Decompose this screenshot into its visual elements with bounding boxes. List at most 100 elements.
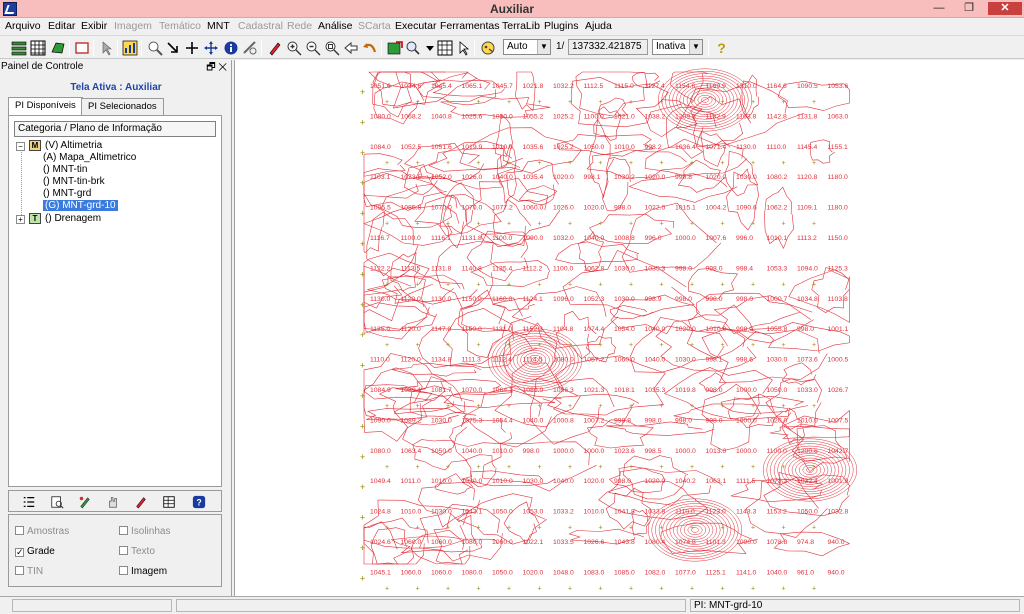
menu-ajuda[interactable]: Ajuda (585, 20, 612, 32)
grid-value: 1112.2 (523, 265, 543, 272)
grid-value: 1145.4 (797, 144, 818, 151)
tree-item-mnt-grd[interactable]: () MNT-grd (43, 188, 91, 200)
checkbox-amostras[interactable]: Amostras (15, 526, 69, 537)
scale-mode-select[interactable]: Auto ▼ (503, 39, 551, 55)
menu-imagem[interactable]: Imagem (114, 20, 152, 32)
checkbox-imagem[interactable]: Imagem (119, 566, 167, 577)
zoom-area-icon[interactable] (404, 39, 421, 56)
grid-value: 998.0 (706, 265, 723, 272)
status-select[interactable]: Inativa ▼ (652, 39, 703, 55)
tree-item-mapa-altimetrico[interactable]: (A) Mapa_Altimetrico (43, 152, 136, 164)
tab-pi-selecionados[interactable]: PI Selecionados (81, 98, 164, 115)
grid-value: 1152.3 (523, 326, 544, 333)
grid-value: 1030.0 (523, 478, 544, 485)
help-icon[interactable]: ? (191, 494, 207, 509)
hand-icon[interactable] (105, 494, 121, 509)
edit-pen-icon[interactable] (266, 39, 283, 56)
restore-button[interactable]: ❐ (958, 2, 980, 15)
refresh-map-icon[interactable] (386, 39, 403, 56)
menu-executar[interactable]: Executar (395, 20, 436, 32)
frame-icon[interactable] (73, 39, 90, 56)
grid-marker: + (690, 525, 694, 532)
minimize-button[interactable]: — (928, 2, 950, 15)
back-arrow-icon[interactable] (342, 39, 359, 56)
zoom-extent-icon[interactable] (323, 39, 340, 56)
menu-plugins[interactable]: Plugins (544, 20, 578, 32)
pencil-icon[interactable] (133, 494, 149, 509)
zoom-out-icon[interactable] (304, 39, 321, 56)
checkbox-tin[interactable]: TIN (15, 566, 43, 577)
zoom-in-icon[interactable] (285, 39, 302, 56)
menu-ferramentas[interactable]: Ferramentas (440, 20, 500, 32)
grid-value: 1010.0 (401, 509, 422, 516)
grid-value: 1077.2 (492, 205, 513, 212)
checkbox-grade[interactable]: ✓ Grade (15, 546, 55, 557)
distance-icon[interactable] (241, 39, 258, 56)
query-icon[interactable] (49, 494, 65, 509)
grid-value: 1010.0 (614, 144, 635, 151)
grid-marker: + (690, 464, 694, 471)
grid-marker: + (568, 99, 572, 106)
grid-marker: + (660, 464, 664, 471)
grid-value: 1024.6 (370, 539, 391, 546)
menu-scarta[interactable]: SCarta (358, 20, 391, 32)
edit-tools-icon[interactable] (77, 494, 93, 509)
layers-icon[interactable] (10, 39, 27, 56)
grid-value: 1070.0 (462, 205, 483, 212)
select-cursor-icon[interactable] (455, 39, 472, 56)
grid-value: 1125.1 (706, 569, 727, 576)
list-icon[interactable] (21, 494, 37, 509)
collapse-icon[interactable]: − (16, 142, 25, 151)
grid-value: 998.4 (736, 265, 753, 272)
grid-value: 1030.0 (431, 417, 452, 424)
checkbox-isolinhas[interactable]: Isolinhas (119, 526, 170, 537)
select-arrow-icon[interactable] (164, 39, 181, 56)
tab-pi-disponiveis[interactable]: PI Disponíveis (8, 97, 83, 116)
menu-exibir[interactable]: Exibir (81, 20, 107, 32)
panel-window-buttons[interactable]: 🗗 ✕ (206, 60, 227, 77)
grid-value: 1000.0 (675, 448, 696, 455)
tree-item-mnt-grd-10[interactable]: (G) MNT-grd-10 (43, 200, 118, 212)
expand-icon[interactable]: + (16, 215, 25, 224)
map-canvas[interactable]: +1051.6 +1034.6 +1045.4 +1065.1 +1045.7 +1021… (234, 60, 1024, 596)
grid-value: 998.1 (706, 357, 723, 364)
grid-marker: + (751, 342, 755, 349)
menu-arquivo[interactable]: Arquivo (5, 20, 41, 32)
polygon-icon[interactable] (49, 39, 66, 56)
checkbox-texto[interactable]: Texto (119, 546, 155, 557)
zoom-window-icon[interactable] (146, 39, 163, 56)
pan-icon[interactable] (202, 39, 219, 56)
undo-icon[interactable] (361, 39, 378, 56)
menu-rede[interactable]: Rede (287, 20, 312, 32)
menu-terralib[interactable]: TerraLib (502, 20, 540, 32)
grid-marker: + (599, 464, 603, 471)
chart-icon[interactable] (121, 39, 138, 56)
table-icon[interactable] (161, 494, 177, 509)
tree-item-mnt-tin[interactable]: () MNT-tin (43, 164, 87, 176)
grid-marker: + (360, 300, 365, 310)
menu-editar[interactable]: Editar (48, 20, 75, 32)
grid-value: 1004.2 (706, 205, 727, 212)
close-button[interactable]: ✕ (988, 2, 1022, 15)
grid-value: 1022.0 (645, 205, 666, 212)
menu-mnt[interactable]: MNT (207, 20, 230, 32)
grid-icon[interactable] (29, 39, 46, 56)
grid-value: 998.0 (706, 387, 723, 394)
menu-analise[interactable]: Análise (318, 20, 352, 32)
grid-value: 1040.0 (767, 569, 788, 576)
grid-value: 998.1 (584, 174, 601, 181)
grid-marker: + (599, 342, 603, 349)
plus-cursor-icon[interactable] (183, 39, 200, 56)
help-icon[interactable]: ? (713, 39, 730, 56)
menu-cadastral[interactable]: Cadastral (238, 20, 283, 32)
tree-item-mnt-tin-brk[interactable]: () MNT-tin-brk (43, 176, 105, 188)
info-icon[interactable] (222, 39, 239, 56)
map-grid-icon[interactable] (436, 39, 453, 56)
grid-value: 1090.6 (736, 205, 757, 212)
scale-value-field[interactable]: 137332.421875 (568, 39, 648, 55)
pointer-icon[interactable] (97, 39, 114, 56)
animation-icon[interactable] (479, 39, 496, 56)
grid-value: 1050.0 (492, 569, 513, 576)
menu-tematico[interactable]: Temático (159, 20, 201, 32)
grid-value: 1010.0 (431, 478, 452, 485)
